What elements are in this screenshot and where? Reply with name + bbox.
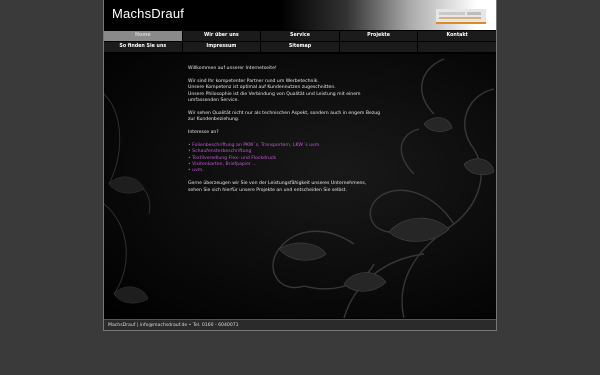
nav-item-home[interactable]: Home [104,31,182,41]
nav-row-secondary: So finden Sie uns Impressum Sitemap [104,42,496,52]
interest-heading: Interesse an? [188,130,219,136]
welcome-heading: Willkommen auf unserer Internetseite! [188,66,277,71]
nav-row-primary: Home Wir über uns Service Projekte Konta… [104,31,496,41]
nav-item-wir-ueber-uns[interactable]: Wir über uns [182,31,261,41]
nav-item-empty-1 [339,42,418,52]
services-list: • Folienbeschriftung an PKW´s, Transport… [188,143,398,175]
nav-item-projekte[interactable]: Projekte [339,31,418,41]
header: MachsDrauf [104,0,496,30]
nav-item-kontakt[interactable]: Kontakt [418,31,496,41]
nav-item-sitemap[interactable]: Sitemap [261,42,339,52]
intro-line: umfassenden Service. [188,98,239,104]
site-title[interactable]: MachsDrauf [112,6,184,21]
nav-item-so-finden-sie-uns[interactable]: So finden Sie uns [104,42,182,52]
welcome-text-block: Willkommen auf unserer Internetseite! Wi… [188,66,398,200]
nav-item-empty-2 [418,42,496,52]
service-link-uvm[interactable]: • uvm. [188,168,398,174]
quality-line: zur Kundenbeziehung. [188,117,240,123]
logo[interactable] [436,9,486,24]
main-navigation: Home Wir über uns Service Projekte Konta… [104,31,496,53]
footer: MachsDrauf | info@machsdrauf.de • Tel. 0… [104,319,496,330]
content-area: Willkommen auf unserer Internetseite! Wi… [104,54,496,318]
closing-line: sehen Sie sich hierfür unsere Projekte a… [188,187,347,193]
nav-item-impressum[interactable]: Impressum [182,42,261,52]
page-frame: MachsDrauf Home Wir über uns Service Pro… [103,0,497,331]
footer-contact-text: MachsDrauf | info@machsdrauf.de • Tel. 0… [108,323,239,328]
nav-item-service[interactable]: Service [261,31,339,41]
